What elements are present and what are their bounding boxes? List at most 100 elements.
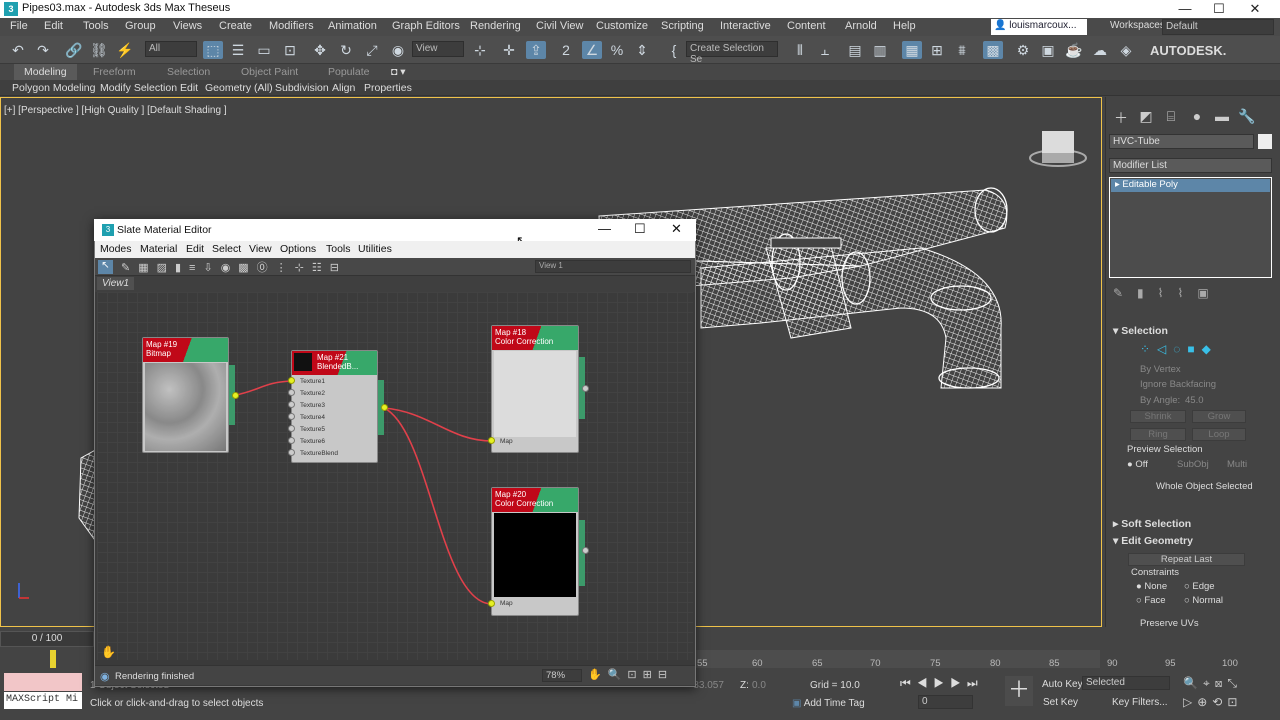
workspace-dropdown[interactable]: Default [1162, 19, 1274, 35]
ref-coord-dropdown[interactable]: View [412, 41, 464, 57]
cc2-slot-map[interactable]: Map [500, 600, 513, 607]
bitmap-output-socket[interactable] [232, 392, 239, 399]
menu-file[interactable]: File [10, 20, 28, 32]
align-icon[interactable]: ⫠ [815, 41, 835, 59]
edit-named-sets-icon[interactable]: { [664, 41, 684, 59]
hierarchy-tab-icon[interactable]: ⌸ [1162, 108, 1180, 126]
curve-editor-icon[interactable]: ▦ [902, 41, 922, 59]
auto-key-button[interactable]: Auto Key [1042, 679, 1083, 690]
spinner-snap-icon[interactable]: ⇕ [632, 41, 652, 59]
by-angle-spinner[interactable]: 45.0 [1185, 395, 1204, 406]
modifier-list-dropdown[interactable]: Modifier List [1109, 158, 1272, 173]
viewport-nav-icons-2[interactable]: ▷⊕⟲⊡ [1183, 695, 1242, 709]
selection-rollout[interactable]: ▾ Selection [1113, 325, 1168, 337]
sme-menu-options[interactable]: Options [280, 243, 316, 255]
sme-zoom-dropdown[interactable]: 78% [542, 669, 582, 682]
sme-menu-view[interactable]: View [249, 243, 272, 255]
render-production-icon[interactable]: ☕ [1064, 41, 1084, 59]
menu-interactive[interactable]: Interactive [720, 20, 771, 32]
cc1-slot-map[interactable]: Map [500, 438, 513, 445]
display-tab-icon[interactable]: ▬ [1213, 108, 1231, 126]
select-manipulate-icon[interactable]: ✛ [499, 41, 519, 59]
shrink-button[interactable]: Shrink [1130, 410, 1186, 423]
group-polygon-modeling[interactable]: Polygon Modeling [12, 82, 95, 94]
menu-civil-view[interactable]: Civil View [536, 20, 583, 32]
blend-input-socket-5[interactable] [288, 425, 295, 432]
node-color-correction-1[interactable]: Map #18 Color Correction Map [491, 325, 579, 453]
angle-snap-icon[interactable]: ∠ [582, 41, 602, 59]
group-align[interactable]: Align [332, 82, 355, 94]
blend-output-socket[interactable] [381, 404, 388, 411]
schematic-view-icon[interactable]: ⊞ [927, 41, 947, 59]
select-object-icon[interactable]: ⬚ [203, 41, 223, 59]
render-in-cloud-icon[interactable]: ☁ [1090, 41, 1110, 59]
cc1-output-socket[interactable] [582, 385, 589, 392]
account-button[interactable]: 👤 louismarcoux... [991, 19, 1087, 35]
slot-texture5[interactable]: Texture5 [300, 426, 325, 433]
set-key-button[interactable]: Set Key [1043, 697, 1078, 708]
keyboard-shortcut-override-icon[interactable]: ⇪ [526, 41, 546, 59]
tab-object-paint[interactable]: Object Paint [241, 66, 298, 78]
set-key-icon[interactable]: ＋ [1005, 676, 1033, 706]
cc1-input-socket[interactable] [488, 437, 495, 444]
slot-texture6[interactable]: Texture6 [300, 438, 325, 445]
soft-selection-rollout[interactable]: ▸ Soft Selection [1113, 518, 1191, 530]
select-by-name-icon[interactable]: ☰ [228, 41, 248, 59]
object-name-field[interactable]: HVC-Tube [1109, 134, 1254, 149]
slate-editor-icon[interactable]: ▩ [983, 41, 1003, 59]
redo-icon[interactable]: ↷ [33, 41, 53, 59]
pivot-center-icon[interactable]: ⊹ [470, 41, 490, 59]
menu-views[interactable]: Views [173, 20, 202, 32]
sme-menu-material[interactable]: Material [140, 243, 177, 255]
percent-snap-icon[interactable]: % [607, 41, 627, 59]
toggle-ribbon-icon[interactable]: ▥ [870, 41, 890, 59]
viewport-label[interactable]: [+] [Perspective ] [High Quality ] [Defa… [4, 105, 227, 116]
sme-minimize-button[interactable]: — [598, 221, 611, 236]
sme-menu-select[interactable]: Select [212, 243, 241, 255]
motion-tab-icon[interactable]: ● [1188, 108, 1206, 126]
current-frame-field[interactable]: 0 [918, 695, 973, 709]
by-angle-checkbox[interactable]: By Angle: [1140, 395, 1180, 406]
sme-hand-icon[interactable]: ✋ [101, 645, 116, 659]
minimize-button[interactable]: — [1168, 0, 1202, 18]
time-marker[interactable] [50, 650, 56, 668]
maximize-button[interactable]: ☐ [1202, 0, 1236, 18]
render-setup-icon[interactable]: ⚙ [1013, 41, 1033, 59]
menu-scripting[interactable]: Scripting [661, 20, 704, 32]
tab-populate[interactable]: Populate [328, 66, 369, 78]
arnold-icon[interactable]: ◈ [1116, 41, 1136, 59]
menu-customize[interactable]: Customize [596, 20, 648, 32]
window-crossing-icon[interactable]: ⊡ [280, 41, 300, 59]
scale-icon[interactable]: ⤢ [362, 41, 382, 59]
link-icon[interactable]: 🔗 [64, 41, 84, 59]
subobject-level-icons[interactable]: ⁘◁◌■◆ [1140, 342, 1218, 356]
blend-input-socket-4[interactable] [288, 413, 295, 420]
constraint-none-radio[interactable]: ● None [1136, 581, 1167, 592]
add-time-tag-button[interactable]: ▣ Add Time Tag [792, 698, 865, 709]
grow-button[interactable]: Grow [1192, 410, 1246, 423]
rect-selection-icon[interactable]: ▭ [254, 41, 274, 59]
unlink-icon[interactable]: ⛓ [89, 41, 109, 59]
cc2-output-socket[interactable] [582, 547, 589, 554]
menu-tools[interactable]: Tools [83, 20, 109, 32]
bind-space-warp-icon[interactable]: ⚡ [115, 41, 135, 59]
snaps-toggle-icon[interactable]: 2 [556, 41, 576, 59]
preview-off-radio[interactable]: ● Off [1127, 459, 1148, 470]
close-button[interactable]: ✕ [1238, 0, 1272, 18]
sme-menu-tools[interactable]: Tools [326, 243, 351, 255]
menu-arnold[interactable]: Arnold [845, 20, 877, 32]
layer-explorer-icon[interactable]: ▤ [845, 41, 865, 59]
maxscript-mini-listener[interactable]: MAXScript Mi [4, 692, 82, 709]
menu-edit[interactable]: Edit [44, 20, 63, 32]
blend-input-socket-7[interactable] [288, 449, 295, 456]
selection-filter-dropdown[interactable]: All [145, 41, 197, 57]
menu-group[interactable]: Group [125, 20, 156, 32]
maxscript-listener-top[interactable] [4, 673, 82, 691]
tab-selection[interactable]: Selection [167, 66, 210, 78]
sme-close-button[interactable]: ✕ [671, 221, 682, 237]
menu-animation[interactable]: Animation [328, 20, 377, 32]
group-properties[interactable]: Properties [364, 82, 412, 94]
sme-select-tool-icon[interactable]: ↖ [98, 260, 113, 274]
slot-texture4[interactable]: Texture4 [300, 414, 325, 421]
undo-icon[interactable]: ↶ [8, 41, 28, 59]
